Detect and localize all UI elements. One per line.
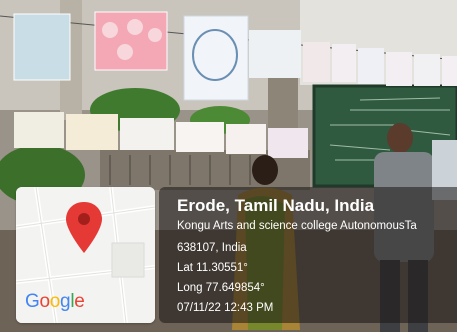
location-info-panel: Erode, Tamil Nadu, India Kongu Arts and … <box>159 187 457 323</box>
google-logo-letter: G <box>25 291 40 312</box>
longitude-text: Long 77.649854° <box>177 282 265 294</box>
google-logo: Google <box>25 291 85 313</box>
google-logo-letter: o <box>49 291 61 312</box>
google-logo-letter: g <box>60 291 71 312</box>
address-line-1: Kongu Arts and science college Autonomou… <box>177 220 417 232</box>
google-logo-letter: e <box>74 291 85 312</box>
address-line-2: 638107, India <box>177 242 247 254</box>
google-logo-letter: o <box>39 291 50 312</box>
latitude-text: Lat 11.30551° <box>177 262 248 274</box>
datetime-text: 07/11/22 12:43 PM <box>177 302 274 314</box>
location-title: Erode, Tamil Nadu, India <box>177 196 375 215</box>
map-thumbnail[interactable]: Google <box>16 187 155 323</box>
